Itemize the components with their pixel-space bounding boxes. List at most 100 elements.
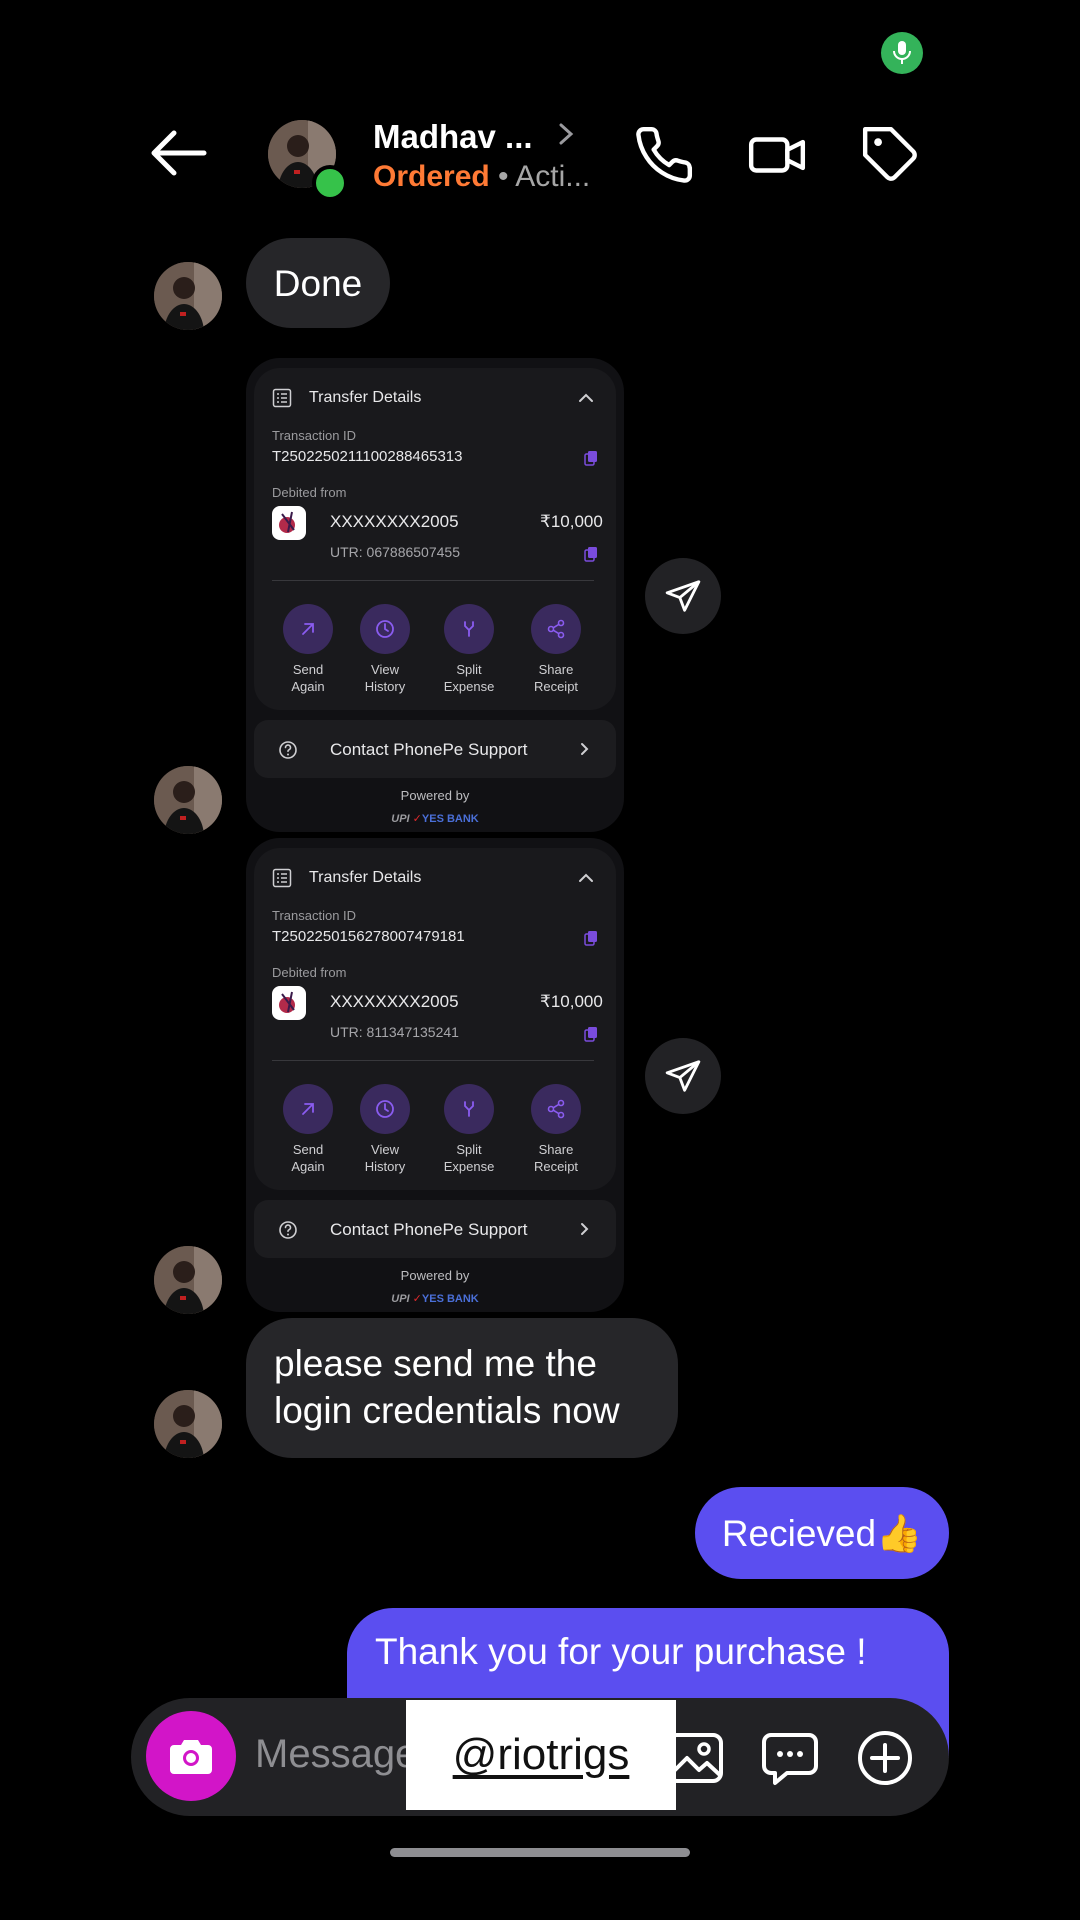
paper-plane-icon xyxy=(665,580,701,612)
sender-avatar[interactable] xyxy=(154,262,222,330)
split-expense-label: Split Expense xyxy=(443,1142,495,1174)
share-icon xyxy=(547,619,565,639)
powered-by-label: Powered by xyxy=(400,1268,470,1283)
plus-circle-icon xyxy=(858,1731,912,1785)
video-call-button[interactable] xyxy=(746,124,808,186)
view-history-action[interactable]: View History xyxy=(345,604,425,695)
message-bubble-incoming[interactable]: please send me the login credentials now xyxy=(246,1318,678,1458)
sender-avatar[interactable] xyxy=(154,766,222,834)
mic-in-use-indicator xyxy=(881,32,923,74)
view-history-label: View History xyxy=(364,662,406,694)
message-text: Done xyxy=(273,262,363,304)
share-receipt-action[interactable]: Share Receipt xyxy=(516,1084,596,1175)
online-status-dot xyxy=(312,165,348,201)
send-again-action[interactable]: Send Again xyxy=(268,604,348,695)
forward-button[interactable] xyxy=(645,558,721,634)
copy-icon[interactable] xyxy=(584,1026,598,1042)
back-button[interactable] xyxy=(148,128,208,178)
message-input[interactable]: Message xyxy=(255,1732,417,1777)
message-bubble-outgoing[interactable]: Recieved👍 xyxy=(695,1487,949,1579)
chevron-right-icon[interactable] xyxy=(556,122,576,146)
help-circle-icon xyxy=(279,741,297,759)
transaction-id-value: T2502250156278007479181 xyxy=(272,928,465,945)
copy-icon[interactable] xyxy=(584,930,598,946)
collapse-chevron-icon[interactable] xyxy=(578,872,594,884)
fork-icon xyxy=(464,621,474,637)
payment-card[interactable]: Transfer Details Transaction ID T2502250… xyxy=(246,358,624,832)
camera-icon xyxy=(170,1740,212,1774)
upi-yes-bank-logo: UPI ✓YES BANK xyxy=(391,813,479,825)
watermark-overlay: @riotrigs xyxy=(406,1700,676,1810)
transaction-id-value: T2502250211100288465313 xyxy=(272,448,463,465)
upi-logo-text: UPI xyxy=(391,1293,410,1305)
voice-call-button[interactable] xyxy=(633,124,695,186)
divider xyxy=(272,1060,594,1061)
share-receipt-label: Share Receipt xyxy=(533,1142,579,1174)
split-expense-action[interactable]: Split Expense xyxy=(429,604,509,695)
debited-from-label: Debited from xyxy=(272,965,347,980)
amount-value: ₹10,000 xyxy=(540,512,603,531)
view-history-action[interactable]: View History xyxy=(345,1084,425,1175)
contact-name[interactable]: Madhav ... xyxy=(373,118,533,156)
transaction-id-label: Transaction ID xyxy=(272,428,357,443)
forward-button[interactable] xyxy=(645,1038,721,1114)
account-number: XXXXXXXX2005 xyxy=(330,992,459,1011)
camera-button[interactable] xyxy=(146,1711,236,1801)
utr-number: UTR: 067886507455 xyxy=(330,544,460,560)
bank-logo-text: YES BANK xyxy=(421,1293,479,1305)
transfer-details-title: Transfer Details xyxy=(309,389,422,406)
sender-avatar[interactable] xyxy=(154,1246,222,1314)
upi-yes-bank-logo: UPI ✓YES BANK xyxy=(391,1293,479,1305)
add-button[interactable] xyxy=(857,1730,913,1786)
account-number: XXXXXXXX2005 xyxy=(330,512,459,531)
send-again-label: Send Again xyxy=(291,662,325,694)
share-receipt-action[interactable]: Share Receipt xyxy=(516,604,596,695)
utr-number: UTR: 811347135241 xyxy=(330,1024,459,1040)
chevron-right-icon xyxy=(581,1223,589,1235)
receipt-list-icon xyxy=(272,388,292,408)
share-icon xyxy=(547,1099,565,1119)
copy-icon[interactable] xyxy=(584,546,598,562)
home-indicator[interactable] xyxy=(390,1848,690,1857)
tag-icon xyxy=(862,126,917,181)
contact-support-row[interactable]: Contact PhonePe Support xyxy=(254,1200,616,1258)
chevron-right-icon xyxy=(581,743,589,755)
chat-bubble-icon xyxy=(762,1733,818,1785)
clock-icon xyxy=(376,1100,394,1118)
watermark-text: @riotrigs xyxy=(452,1730,630,1779)
help-circle-icon xyxy=(279,1221,297,1239)
copy-icon[interactable] xyxy=(584,450,598,466)
message-text: Recieved👍 xyxy=(721,1512,923,1554)
transaction-id-label: Transaction ID xyxy=(272,908,357,923)
arrow-up-right-icon xyxy=(302,623,314,635)
send-again-label: Send Again xyxy=(291,1142,325,1174)
amount-value: ₹10,000 xyxy=(540,992,603,1011)
receipt-list-icon xyxy=(272,868,292,888)
view-history-label: View History xyxy=(364,1142,406,1174)
send-again-action[interactable]: Send Again xyxy=(268,1084,348,1175)
clock-icon xyxy=(376,620,394,638)
transfer-details-title: Transfer Details xyxy=(309,869,422,886)
share-receipt-label: Share Receipt xyxy=(533,662,579,694)
contact-support-row[interactable]: Contact PhonePe Support xyxy=(254,720,616,778)
bank-logo-text: YES BANK xyxy=(421,813,479,825)
sender-avatar[interactable] xyxy=(154,1390,222,1458)
powered-by-label: Powered by xyxy=(400,788,470,803)
upi-logo-text: UPI xyxy=(391,813,410,825)
payment-card[interactable]: Transfer Details Transaction ID T2502250… xyxy=(246,838,624,1312)
message-text: Thank you for your purchase ! xyxy=(375,1631,867,1672)
split-expense-action[interactable]: Split Expense xyxy=(429,1084,509,1175)
paper-plane-icon xyxy=(665,1060,701,1092)
divider xyxy=(272,580,594,581)
activity-status-label: • Acti... xyxy=(489,160,591,193)
transfer-details-panel: Transfer Details Transaction ID T2502250… xyxy=(254,848,616,1190)
collapse-chevron-icon[interactable] xyxy=(578,392,594,404)
transfer-details-panel: Transfer Details Transaction ID T2502250… xyxy=(254,368,616,710)
tag-button[interactable] xyxy=(860,124,922,186)
back-arrow-icon xyxy=(151,130,207,176)
contact-support-label: Contact PhonePe Support xyxy=(330,1220,528,1239)
message-text: please send me the login credentials now xyxy=(274,1343,620,1431)
message-bubble-incoming[interactable]: Done xyxy=(246,238,390,328)
sticker-chat-button[interactable] xyxy=(761,1732,819,1786)
microphone-icon xyxy=(893,41,911,64)
